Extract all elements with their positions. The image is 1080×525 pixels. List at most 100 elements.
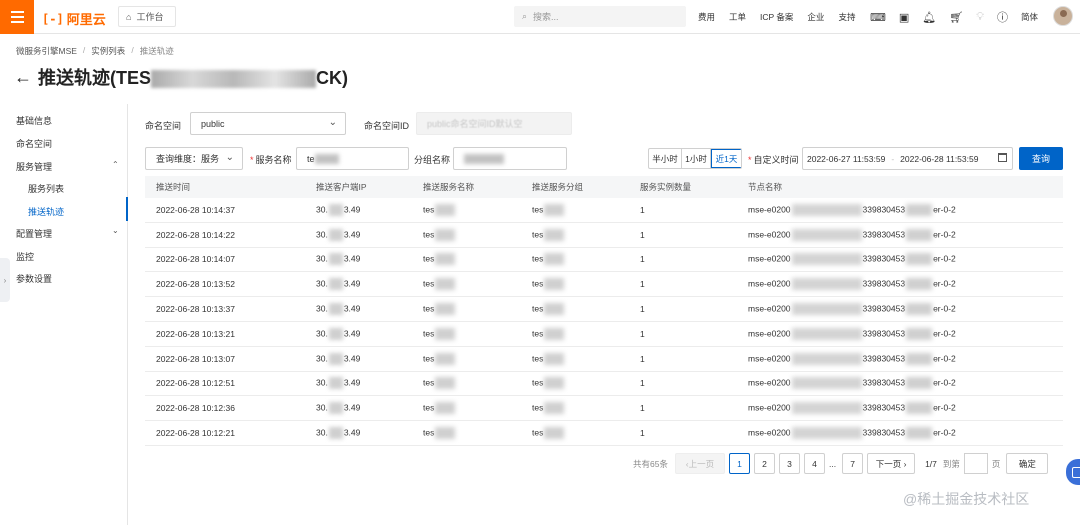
cell-instance-count: 1	[640, 254, 645, 265]
terminal-icon[interactable]: ⌨	[870, 11, 886, 24]
sidebar-item-config-management[interactable]: 配置管理	[16, 227, 52, 240]
cell-client-ip: 30. 3.49	[316, 278, 361, 291]
namespace-id-placeholder: public命名空间ID默认空	[427, 119, 523, 129]
active-indicator	[126, 197, 128, 221]
redacted-text	[435, 278, 456, 291]
cell-instance-count: 1	[640, 378, 645, 389]
redacted-text	[435, 203, 456, 216]
sidebar-item-basic-info[interactable]: 基础信息	[16, 114, 52, 127]
assistant-float-button[interactable]	[1066, 459, 1080, 485]
nav-link-support[interactable]: 支持	[838, 11, 855, 23]
logo-text: 阿里云	[66, 12, 106, 27]
chevron-down-icon[interactable]: ⌄	[112, 226, 119, 235]
cell-node-name: mse-e0200 339830453 er-0-2	[748, 278, 956, 291]
cell-service-group: tes	[532, 228, 565, 241]
redacted-text	[791, 253, 862, 266]
query-dimension-select[interactable]: 查询维度：服务 ⌄	[145, 147, 243, 170]
menu-icon[interactable]	[0, 0, 34, 34]
sidebar-item-service-list[interactable]: 服务列表	[28, 182, 64, 195]
cell-node-name: mse-e0200 339830453 er-0-2	[748, 253, 956, 266]
cell-instance-count: 1	[640, 229, 645, 240]
cell-node-name: mse-e0200 339830453 er-0-2	[748, 377, 956, 390]
aliyun-logo[interactable]: [-] 阿里云	[42, 9, 106, 28]
sidebar-item-namespace[interactable]: 命名空间	[16, 137, 52, 150]
page-2-button[interactable]: 2	[753, 453, 775, 474]
nav-link-tickets[interactable]: 工单	[729, 11, 746, 23]
page-4-button[interactable]: 4	[803, 453, 825, 474]
breadcrumb-mse[interactable]: 微服务引擎MSE	[16, 45, 77, 57]
nav-link-enterprise[interactable]: 企业	[807, 11, 824, 23]
search-input[interactable]: ⌕ 搜索...	[514, 6, 686, 27]
redacted-text	[791, 377, 862, 390]
sidebar-item-service-management[interactable]: 服务管理	[16, 160, 52, 173]
workbench-button[interactable]: ⌂ 工作台	[118, 6, 176, 27]
cell-service-group: tes	[532, 377, 565, 390]
cart-icon[interactable]: 🛒︎	[949, 11, 963, 24]
sidebar-item-parameters[interactable]: 参数设置	[16, 272, 52, 285]
avatar[interactable]	[1053, 6, 1073, 26]
page-1-button[interactable]: 1	[728, 453, 750, 474]
date-range-picker[interactable]: 2022-06-27 11:53:59 - 2022-06-28 11:53:5…	[802, 147, 1013, 170]
cell-service-name: tes	[423, 228, 456, 241]
cell-service-name: tes	[423, 352, 456, 365]
total-count: 共有65条	[633, 458, 668, 469]
namespace-value: public	[201, 118, 225, 129]
time-option-1-hour[interactable]: 1小时	[682, 149, 711, 168]
cell-service-group: tes	[532, 352, 565, 365]
namespace-select[interactable]: public ⌄	[190, 112, 346, 135]
back-arrow-icon[interactable]: ←	[14, 67, 32, 88]
redacted-text	[435, 303, 456, 316]
search-icon: ⌕	[522, 11, 528, 21]
calendar-icon	[998, 153, 1007, 162]
chevron-up-icon[interactable]: ⌃	[112, 160, 119, 169]
table-row: 2022-06-28 10:12:51 30. 3.49 tes tes 1 mse-e02…	[145, 372, 1063, 397]
time-option-1-day[interactable]: 近1天	[711, 149, 741, 168]
end-time: 2022-06-28 11:53:59	[900, 153, 979, 164]
nav-link-billing[interactable]: 费用	[698, 11, 715, 23]
sidebar-item-push-trace[interactable]: 推送轨迹	[28, 205, 64, 218]
prev-page-button[interactable]: ‹ 上一页	[674, 453, 725, 474]
cell-instance-count: 1	[640, 403, 645, 414]
redacted-text	[328, 228, 343, 241]
page-3-button[interactable]: 3	[778, 453, 800, 474]
redacted-text	[314, 153, 339, 164]
page-7-button[interactable]: 7	[842, 453, 864, 474]
query-button[interactable]: 查询	[1019, 147, 1063, 170]
namespace-id-label: 命名空间ID	[364, 121, 410, 131]
jump-page-input[interactable]	[963, 453, 988, 474]
table-row: 2022-06-28 10:13:37 30. 3.49 tes tes 1 mse-e02…	[145, 297, 1063, 322]
language-switch[interactable]: 简体	[1021, 11, 1038, 23]
cell-node-name: mse-e0200 339830453 er-0-2	[748, 303, 956, 316]
watermark: @稀土掘金技术社区	[903, 491, 1030, 507]
group-name-input[interactable]	[453, 147, 567, 170]
redacted-text	[544, 228, 565, 241]
sidebar-item-monitoring[interactable]: 监控	[16, 250, 34, 263]
table-row: 2022-06-28 10:12:21 30. 3.49 tes tes 1 mse-e02…	[145, 421, 1063, 446]
jump-confirm-button[interactable]: 确定	[1006, 453, 1049, 474]
redacted-text	[544, 427, 565, 440]
cell-client-ip: 30. 3.49	[316, 303, 361, 316]
cell-service-name: tes	[423, 427, 456, 440]
time-option-half-hour[interactable]: 半小时	[649, 149, 682, 168]
query-dimension-value: 查询维度：服务	[156, 154, 220, 164]
breadcrumb-instances[interactable]: 实例列表	[91, 45, 125, 57]
redacted-text	[544, 327, 565, 340]
redacted-text	[328, 278, 343, 291]
table-row: 2022-06-28 10:14:07 30. 3.49 tes tes 1 mse-e02…	[145, 248, 1063, 273]
redacted-text	[328, 203, 343, 216]
next-page-button[interactable]: 下一页 ›	[867, 453, 916, 474]
cell-service-name: tes	[423, 327, 456, 340]
sidebar-collapse-handle[interactable]: ›	[0, 258, 10, 302]
help-icon[interactable]: ⓘ	[997, 9, 1008, 25]
image-icon[interactable]: ▣	[899, 11, 909, 24]
service-name-input[interactable]: te	[296, 147, 409, 170]
cell-push-time: 2022-06-28 10:14:37	[156, 204, 235, 215]
cell-push-time: 2022-06-28 10:13:52	[156, 279, 235, 290]
cell-instance-count: 1	[640, 279, 645, 290]
table-body: 2022-06-28 10:14:37 30. 3.49 tes tes 1 mse-e02…	[145, 198, 1063, 446]
lightbulb-icon[interactable]: 💡︎	[976, 11, 984, 24]
bell-icon[interactable]: 🔔︎	[922, 11, 936, 24]
nav-link-icp[interactable]: ICP 备案	[760, 11, 793, 23]
cell-node-name: mse-e0200 339830453 er-0-2	[748, 228, 956, 241]
cell-push-time: 2022-06-28 10:13:37	[156, 304, 235, 315]
